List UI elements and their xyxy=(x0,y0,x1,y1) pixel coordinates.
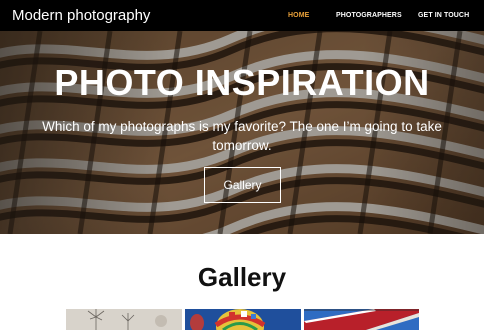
hero-title: PHOTO INSPIRATION xyxy=(54,62,430,103)
gallery-image-balloons[interactable] xyxy=(185,309,301,330)
gallery-image-dandelion[interactable] xyxy=(66,309,182,330)
gallery-image-red-roof[interactable] xyxy=(304,309,419,330)
gallery-heading: Gallery xyxy=(197,262,287,292)
hot-air-balloon-photo xyxy=(185,309,301,330)
nav-link-get-in-touch[interactable]: GET IN TOUCH xyxy=(418,11,469,21)
dandelion-photo xyxy=(66,309,182,330)
hero-subtitle: Which of my photographs is my favorite? … xyxy=(42,119,442,153)
brand-link[interactable]: Modern photography xyxy=(12,6,150,25)
hero-section: PHOTO INSPIRATION Which of my photograph… xyxy=(0,31,484,234)
nav-link-photographers[interactable]: PHOTOGRAPHERS xyxy=(336,11,402,21)
gallery-button[interactable]: Gallery xyxy=(204,167,281,203)
nav-link-home[interactable]: HOME xyxy=(288,11,309,21)
red-roof-photo xyxy=(304,309,419,330)
top-navbar: Modern photography HOME PHOTOGRAPHERS GE… xyxy=(0,0,484,31)
